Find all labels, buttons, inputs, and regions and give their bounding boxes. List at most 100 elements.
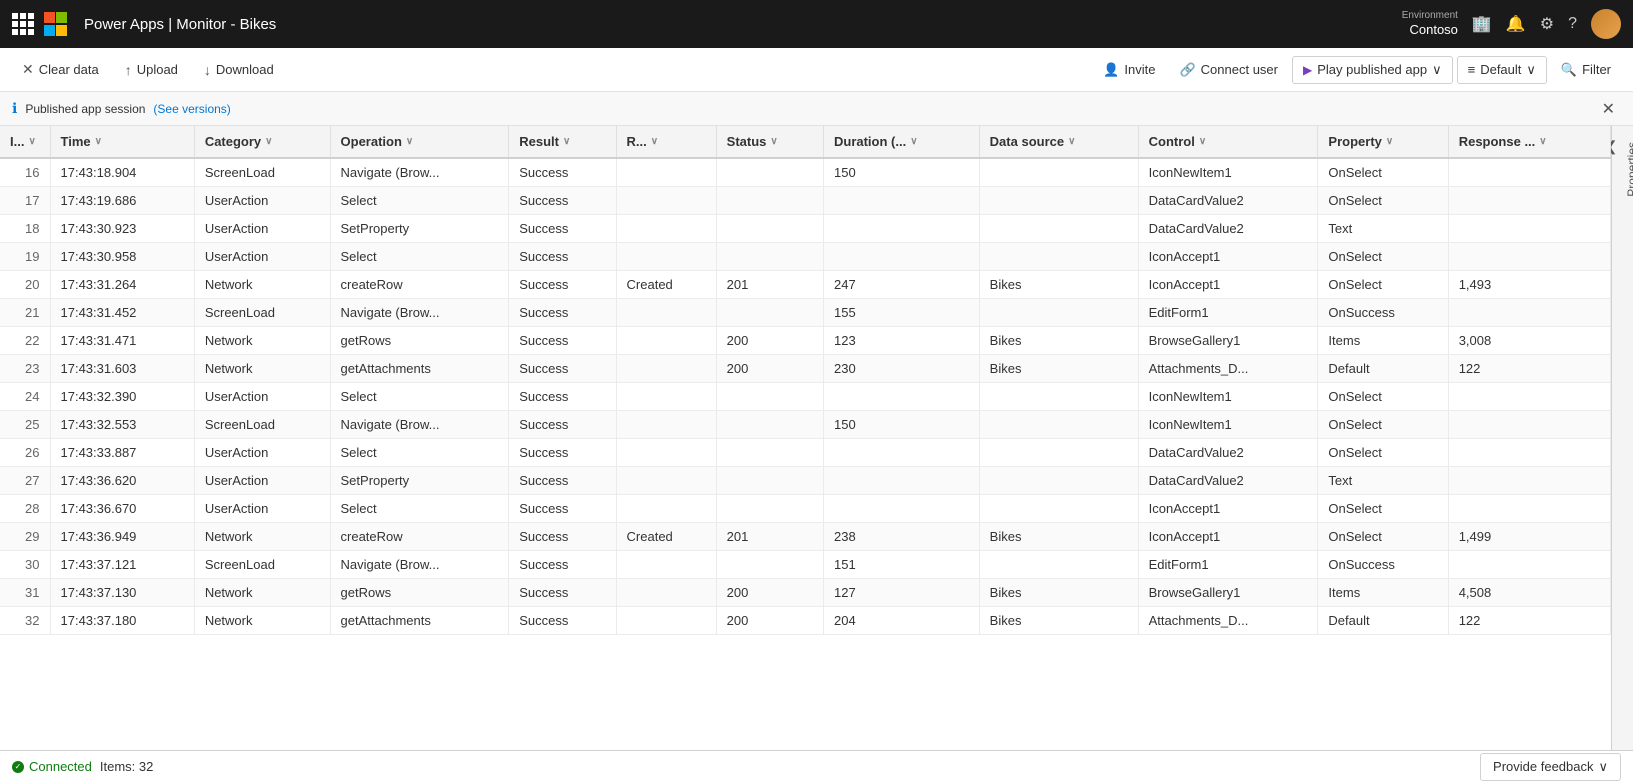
table-cell: DataCardValue2 [1138, 439, 1318, 467]
col-control[interactable]: Control ∨ [1138, 126, 1318, 158]
clear-data-button[interactable]: ✕ Clear data [12, 56, 109, 83]
table-cell: Default [1318, 607, 1448, 635]
table-row[interactable]: 2417:43:32.390UserActionSelectSuccessIco… [0, 383, 1611, 411]
table-row[interactable]: 2717:43:36.620UserActionSetPropertySucce… [0, 467, 1611, 495]
table-cell: UserAction [194, 187, 330, 215]
see-versions-link[interactable]: (See versions) [153, 102, 230, 116]
table-cell: 122 [1448, 355, 1610, 383]
table-cell [616, 299, 716, 327]
col-property[interactable]: Property ∨ [1318, 126, 1448, 158]
table-row[interactable]: 2817:43:36.670UserActionSelectSuccessIco… [0, 495, 1611, 523]
table-cell [1448, 467, 1610, 495]
table-cell: ScreenLoad [194, 158, 330, 187]
table-cell: 204 [823, 607, 979, 635]
play-icon: ▶ [1303, 63, 1312, 77]
table-cell: OnSelect [1318, 523, 1448, 551]
table-cell [1448, 215, 1610, 243]
connect-user-button[interactable]: 🔗 Connect user [1169, 57, 1288, 83]
play-published-app-button[interactable]: ▶ Play published app ∨ [1292, 56, 1453, 84]
avatar[interactable] [1591, 9, 1621, 39]
table-cell: 17:43:30.958 [50, 243, 194, 271]
col-category[interactable]: Category ∨ [194, 126, 330, 158]
table-cell: Network [194, 523, 330, 551]
properties-panel-label[interactable]: Properties [1621, 134, 1633, 205]
table-cell [823, 383, 979, 411]
col-result[interactable]: Result ∨ [509, 126, 616, 158]
table-cell: Success [509, 355, 616, 383]
table-cell [1448, 299, 1610, 327]
table-container[interactable]: I... ∨ Time ∨ Category ∨ [0, 126, 1611, 750]
filter-button[interactable]: 🔍 Filter [1551, 57, 1621, 83]
table-cell: OnSelect [1318, 187, 1448, 215]
table-row[interactable]: 2217:43:31.471NetworkgetRowsSuccess20012… [0, 327, 1611, 355]
table-cell: UserAction [194, 495, 330, 523]
table-row[interactable]: 2617:43:33.887UserActionSelectSuccessDat… [0, 439, 1611, 467]
upload-button[interactable]: ↑ Upload [115, 57, 188, 83]
table-cell [616, 243, 716, 271]
table-cell: OnSelect [1318, 158, 1448, 187]
table-row[interactable]: 3017:43:37.121ScreenLoadNavigate (Brow..… [0, 551, 1611, 579]
waffle-icon[interactable] [12, 13, 34, 35]
table-row[interactable]: 2917:43:36.949NetworkcreateRowSuccessCre… [0, 523, 1611, 551]
env-name: Contoso [1409, 22, 1457, 38]
table-cell: Success [509, 327, 616, 355]
download-button[interactable]: ↓ Download [194, 57, 284, 83]
col-duration[interactable]: Duration (... ∨ [823, 126, 979, 158]
table-cell: 127 [823, 579, 979, 607]
table-cell: EditForm1 [1138, 551, 1318, 579]
table-cell: ScreenLoad [194, 299, 330, 327]
environment-info: Environment Contoso [1402, 10, 1458, 38]
col-operation[interactable]: Operation ∨ [330, 126, 509, 158]
table-cell: Bikes [979, 607, 1138, 635]
building-icon[interactable]: 🏢 [1472, 14, 1492, 34]
table-cell: 27 [0, 467, 50, 495]
col-r[interactable]: R... ∨ [616, 126, 716, 158]
table-cell: 150 [823, 411, 979, 439]
table-row[interactable]: 1817:43:30.923UserActionSetPropertySucce… [0, 215, 1611, 243]
col-id[interactable]: I... ∨ [0, 126, 50, 158]
table-cell: Navigate (Brow... [330, 158, 509, 187]
feedback-button[interactable]: Provide feedback ∨ [1480, 753, 1621, 781]
settings-icon[interactable]: ⚙ [1540, 14, 1554, 34]
table-cell: 20 [0, 271, 50, 299]
bell-icon[interactable]: 🔔 [1506, 14, 1526, 34]
table-cell: 150 [823, 158, 979, 187]
table-cell: 17:43:37.130 [50, 579, 194, 607]
table-cell: Attachments_D... [1138, 355, 1318, 383]
table-cell: Network [194, 579, 330, 607]
table-cell: 17:43:18.904 [50, 158, 194, 187]
help-icon[interactable]: ? [1568, 15, 1577, 33]
col-response[interactable]: Response ... ∨ [1448, 126, 1610, 158]
table-row[interactable]: 3217:43:37.180NetworkgetAttachmentsSucce… [0, 607, 1611, 635]
default-button[interactable]: ≡ Default ∨ [1457, 56, 1547, 84]
table-cell: 155 [823, 299, 979, 327]
table-cell: Text [1318, 215, 1448, 243]
col-status[interactable]: Status ∨ [716, 126, 823, 158]
table-cell: IconNewItem1 [1138, 383, 1318, 411]
connect-user-icon: 🔗 [1179, 62, 1195, 78]
col-datasource[interactable]: Data source ∨ [979, 126, 1138, 158]
table-cell: Created [616, 271, 716, 299]
col-property-label: Property [1328, 134, 1381, 149]
table-cell: Items [1318, 327, 1448, 355]
table-row[interactable]: 1917:43:30.958UserActionSelectSuccessIco… [0, 243, 1611, 271]
table-cell: 19 [0, 243, 50, 271]
table-cell: 17:43:19.686 [50, 187, 194, 215]
table-cell: Select [330, 495, 509, 523]
table-row[interactable]: 3117:43:37.130NetworkgetRowsSuccess20012… [0, 579, 1611, 607]
table-cell: OnSelect [1318, 411, 1448, 439]
table-row[interactable]: 2317:43:31.603NetworkgetAttachmentsSucce… [0, 355, 1611, 383]
table-row[interactable]: 2017:43:31.264NetworkcreateRowSuccessCre… [0, 271, 1611, 299]
sort-icon-control: ∨ [1199, 136, 1206, 147]
invite-button[interactable]: 👤 Invite [1093, 57, 1165, 83]
table-row[interactable]: 2117:43:31.452ScreenLoadNavigate (Brow..… [0, 299, 1611, 327]
table-cell [823, 187, 979, 215]
table-cell [1448, 243, 1610, 271]
table-row[interactable]: 2517:43:32.553ScreenLoadNavigate (Brow..… [0, 411, 1611, 439]
info-bar-close-button[interactable]: ✕ [1596, 97, 1621, 121]
table-cell [823, 495, 979, 523]
table-cell: 200 [716, 355, 823, 383]
col-time[interactable]: Time ∨ [50, 126, 194, 158]
table-row[interactable]: 1717:43:19.686UserActionSelectSuccessDat… [0, 187, 1611, 215]
table-row[interactable]: 1617:43:18.904ScreenLoadNavigate (Brow..… [0, 158, 1611, 187]
